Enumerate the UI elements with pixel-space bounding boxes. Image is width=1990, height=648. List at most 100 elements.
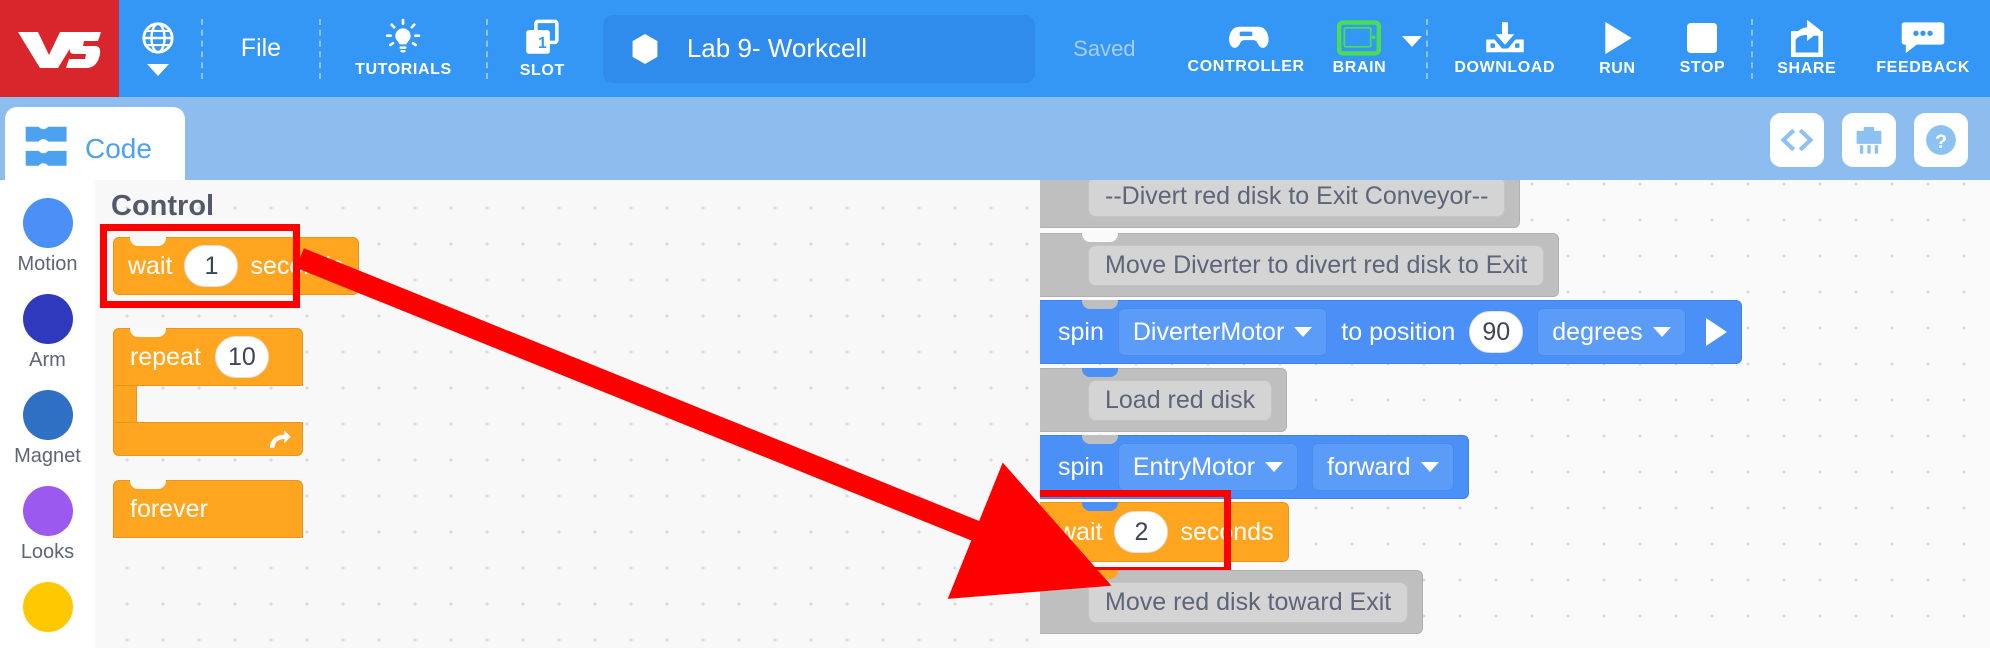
- units-dropdown[interactable]: degrees: [1537, 308, 1686, 356]
- help-button[interactable]: ?: [1914, 113, 1968, 167]
- play-icon: [1605, 21, 1632, 55]
- tab-code-label: Code: [85, 132, 152, 164]
- slot-icon: 1: [526, 19, 559, 54]
- palette-forever-block[interactable]: forever: [113, 480, 303, 538]
- looks-color-dot: [22, 486, 73, 536]
- category-sidebar: Motion Arm Magnet Looks: [0, 180, 95, 648]
- to-position-label: to position: [1341, 317, 1456, 346]
- sidebar-item-magnet[interactable]: Magnet: [0, 390, 95, 468]
- comment-text[interactable]: Move red disk toward Exit: [1088, 581, 1409, 623]
- slot-label: SLOT: [519, 62, 565, 79]
- svg-text:?: ?: [1935, 131, 1947, 153]
- workspace-comment-block[interactable]: --Divert red disk to Exit Conveyor--: [1040, 180, 1521, 228]
- toolbar-divider: [319, 18, 322, 79]
- block-notch: [130, 328, 166, 337]
- motor-dropdown[interactable]: EntryMotor: [1117, 443, 1299, 491]
- download-icon: [1485, 22, 1524, 53]
- toolbar-divider: [485, 18, 488, 79]
- subbar-button-group: ?: [1770, 113, 1968, 167]
- palette-category-title: Control: [111, 190, 215, 222]
- workspace-spin-position-block[interactable]: spin DiverterMotor to position 90 degree…: [1040, 300, 1742, 364]
- secondary-toolbar: Code ?: [0, 97, 1990, 190]
- sidebar-item-label: Motion: [17, 253, 78, 275]
- direction-dropdown[interactable]: forward: [1312, 443, 1454, 491]
- run-label: RUN: [1599, 60, 1636, 77]
- workspace-comment-block[interactable]: Move Diverter to divert red disk to Exit: [1040, 233, 1560, 297]
- repeat-count-input[interactable]: 10: [214, 336, 269, 378]
- motion-color-dot: [22, 198, 73, 248]
- stop-button[interactable]: STOP: [1658, 0, 1748, 97]
- save-status: Saved: [1073, 35, 1136, 61]
- magnet-color-dot: [22, 390, 73, 440]
- v5-logo: [0, 0, 119, 97]
- code-brackets-icon: [1780, 128, 1814, 152]
- file-menu-label: File: [240, 34, 282, 62]
- chevron-down-icon: [146, 64, 169, 76]
- run-button[interactable]: RUN: [1577, 0, 1657, 97]
- top-toolbar: File TUTORIALS 1 SLOT Lab 9- Workcell Sa…: [0, 0, 1990, 97]
- tab-code[interactable]: Code: [5, 107, 185, 190]
- share-icon: [1790, 19, 1823, 57]
- globe-icon: [142, 22, 174, 54]
- block-palette[interactable]: Control wait 1 seconds repeat 10 forever: [95, 180, 1040, 648]
- comment-text[interactable]: Move Diverter to divert red disk to Exit: [1088, 244, 1545, 286]
- code-workspace[interactable]: --Divert red disk to Exit Conveyor-- Mov…: [1040, 180, 1990, 648]
- forever-block-header[interactable]: forever: [113, 480, 303, 538]
- comment-text[interactable]: --Divert red disk to Exit Conveyor--: [1088, 180, 1506, 217]
- controller-button[interactable]: CONTROLLER: [1164, 0, 1329, 97]
- share-label: SHARE: [1777, 60, 1837, 77]
- speech-bubble-icon: [1901, 22, 1945, 54]
- next-color-dot: [22, 582, 73, 632]
- motor-dropdown[interactable]: DiverterMotor: [1117, 308, 1328, 356]
- direction-dropdown-value: forward: [1327, 452, 1411, 481]
- chevron-down-icon: [1652, 327, 1671, 337]
- sidebar-item-label: Looks: [20, 541, 75, 563]
- sidebar-item-label: Arm: [29, 349, 66, 371]
- palette-repeat-block[interactable]: repeat 10: [113, 328, 303, 456]
- sidebar-item-arm[interactable]: Arm: [0, 294, 95, 372]
- download-label: DOWNLOAD: [1454, 59, 1556, 76]
- share-button[interactable]: SHARE: [1757, 0, 1856, 97]
- sidebar-item-next[interactable]: [0, 582, 95, 637]
- view-code-button[interactable]: [1770, 113, 1824, 167]
- stop-square-icon: [1687, 23, 1718, 53]
- block-notch: [1082, 368, 1118, 377]
- block-notch: [1082, 300, 1118, 309]
- brain-selector[interactable]: BRAIN: [1329, 0, 1423, 97]
- sidebar-item-looks[interactable]: Looks: [0, 486, 95, 564]
- repeat-label: repeat: [130, 342, 201, 371]
- stop-label: STOP: [1679, 59, 1726, 76]
- forever-label: forever: [130, 494, 208, 523]
- question-mark-icon: ?: [1926, 125, 1956, 155]
- repeat-block-footer: [113, 422, 303, 456]
- tutorials-button[interactable]: TUTORIALS: [325, 0, 482, 97]
- hexagon-icon: [632, 33, 658, 64]
- sidebar-item-motion[interactable]: Motion: [0, 198, 95, 276]
- run-block-icon[interactable]: [1705, 318, 1727, 346]
- repeat-block-header[interactable]: repeat 10: [113, 328, 303, 386]
- spin-prefix-label: spin: [1058, 317, 1104, 346]
- lightbulb-icon: [386, 18, 421, 53]
- highlight-palette-wait: [100, 224, 300, 308]
- controller-label: CONTROLLER: [1187, 58, 1305, 75]
- sidebar-item-label: Magnet: [14, 445, 81, 467]
- device-info-button[interactable]: [1842, 113, 1896, 167]
- comment-text[interactable]: Load red disk: [1088, 379, 1273, 421]
- toolbar-divider: [200, 18, 203, 79]
- motor-dropdown-value: DiverterMotor: [1132, 317, 1285, 346]
- chevron-down-icon: [1420, 462, 1439, 472]
- slot-selector[interactable]: 1 SLOT: [492, 0, 593, 97]
- loop-arrow-icon: [269, 430, 291, 448]
- language-selector[interactable]: [119, 0, 197, 97]
- chevron-down-icon: [1294, 327, 1313, 337]
- file-menu-button[interactable]: File: [207, 0, 315, 97]
- workspace-comment-block[interactable]: Move red disk toward Exit: [1040, 570, 1424, 634]
- chevron-down-icon: [1402, 36, 1423, 47]
- repeat-block-arm: [113, 386, 137, 422]
- workspace-comment-block[interactable]: Load red disk: [1040, 368, 1288, 432]
- feedback-button[interactable]: FEEDBACK: [1856, 0, 1990, 97]
- arm-color-dot: [22, 294, 73, 344]
- position-value-input[interactable]: 90: [1469, 311, 1524, 353]
- download-button[interactable]: DOWNLOAD: [1432, 0, 1577, 97]
- project-name-field[interactable]: Lab 9- Workcell: [602, 14, 1036, 83]
